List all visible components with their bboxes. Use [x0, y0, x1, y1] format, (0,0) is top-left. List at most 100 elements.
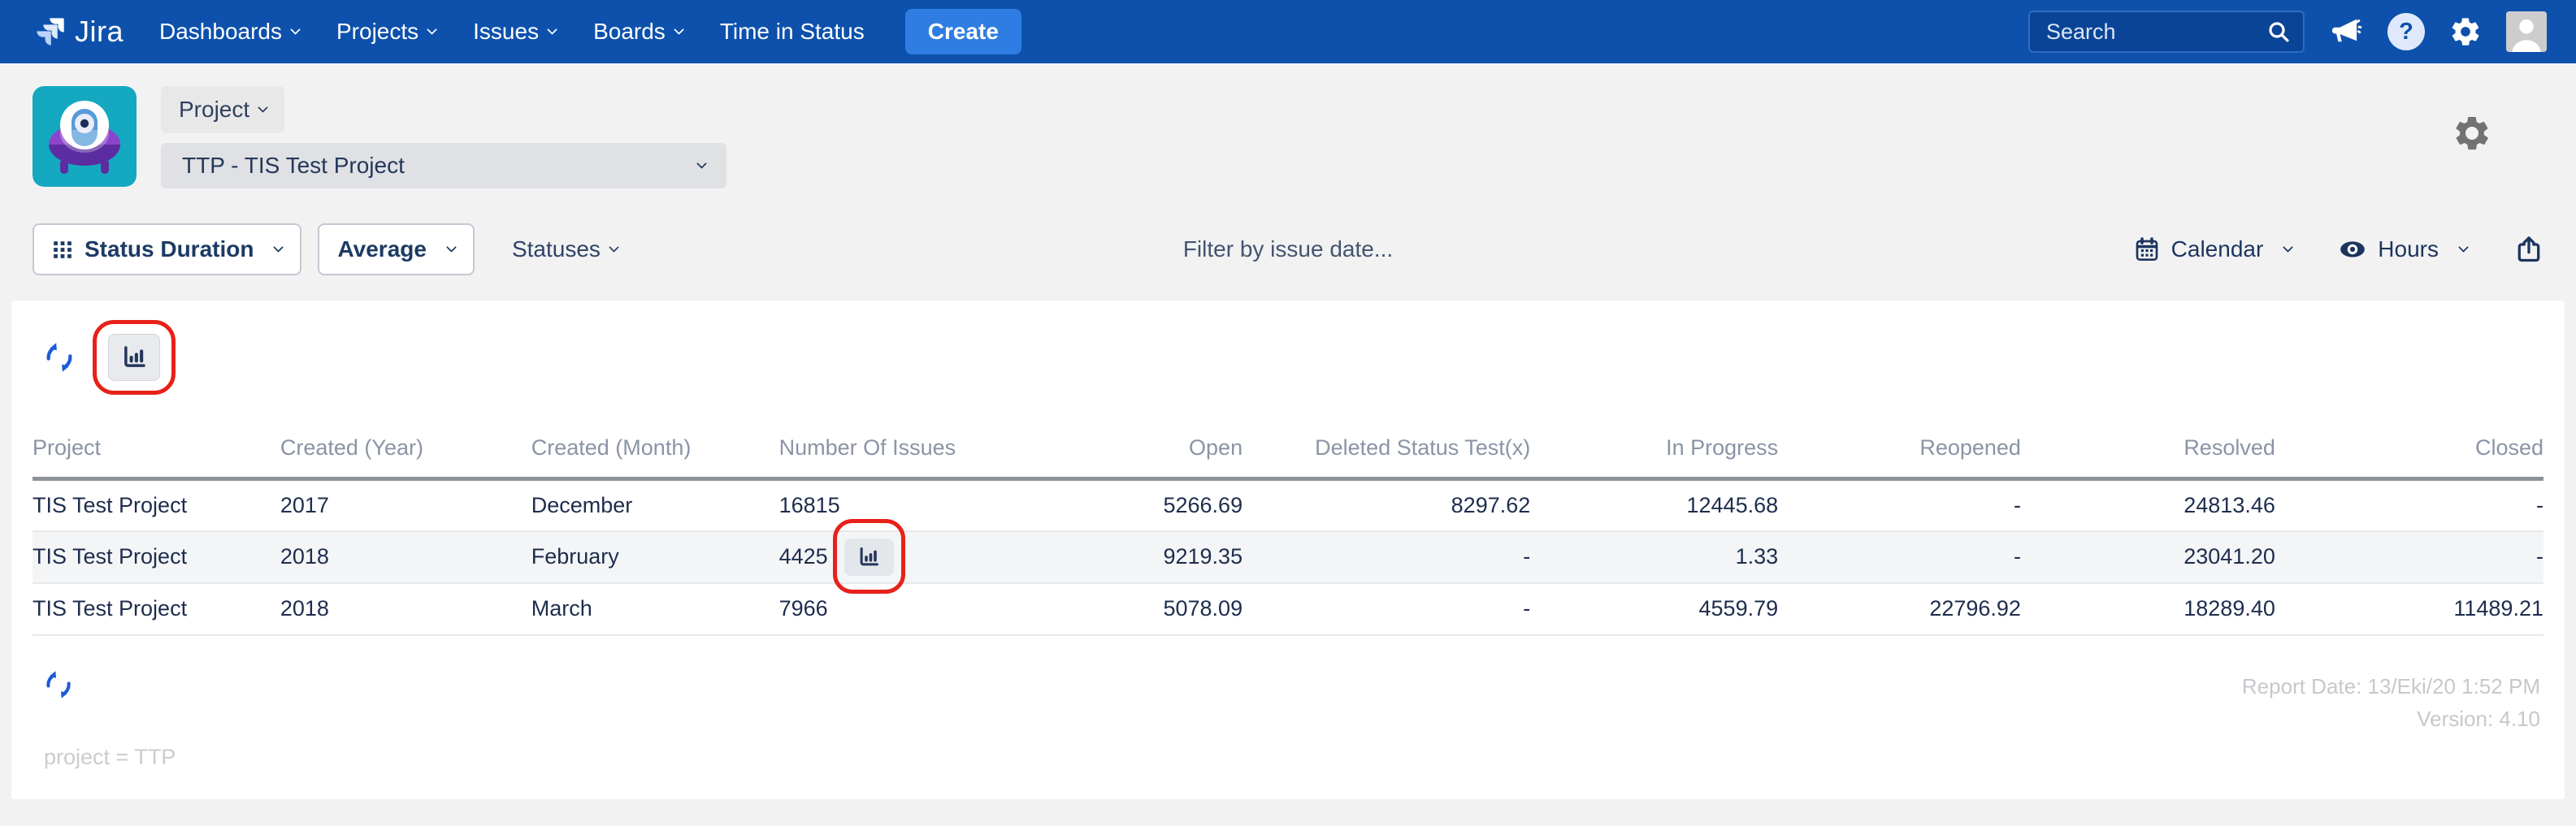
- status-duration-table: Project Created (Year) Created (Month) N…: [33, 424, 2543, 636]
- cell-number-of-issues: 7966: [779, 583, 1008, 635]
- col-header-project: Project: [33, 424, 280, 479]
- chevron-down-icon: [696, 158, 707, 169]
- report-controls: [33, 320, 2543, 395]
- nav-issues[interactable]: Issues: [473, 19, 556, 45]
- cell-resolved: 18289.40: [2021, 583, 2275, 635]
- calendar-icon: [2134, 236, 2160, 262]
- cell-created-year: 2017: [280, 479, 531, 531]
- nav-dashboards[interactable]: Dashboards: [159, 19, 299, 45]
- report-footer: Report Date: 13/Eki/20 1:52 PM Version: …: [33, 670, 2543, 770]
- nav-time-in-status[interactable]: Time in Status: [720, 19, 865, 45]
- calendar-label: Calendar: [2171, 236, 2264, 262]
- top-navbar: Jira Dashboards Projects Issues Boards T…: [0, 0, 2576, 63]
- col-header-created-month: Created (Month): [531, 424, 779, 479]
- col-header-resolved: Resolved: [2021, 424, 2275, 479]
- jira-logo[interactable]: Jira: [34, 15, 124, 49]
- cell-in-progress: 12445.68: [1530, 479, 1778, 531]
- cell-project: TIS Test Project: [33, 531, 280, 583]
- filter-summary: project = TTP: [44, 745, 2543, 770]
- chevron-down-icon: [446, 242, 457, 253]
- cell-created-year: 2018: [280, 531, 531, 583]
- table-row: TIS Test Project 2017 December 16815 526…: [33, 479, 2543, 531]
- nav-boards[interactable]: Boards: [593, 19, 683, 45]
- cell-closed: -: [2275, 479, 2543, 531]
- cell-reopened: -: [1778, 479, 2021, 531]
- grid-icon: [52, 239, 73, 260]
- cell-open: 9219.35: [1008, 531, 1242, 583]
- help-icon[interactable]: ?: [2387, 13, 2425, 50]
- project-header: Project TTP - TIS Test Project: [0, 63, 2576, 188]
- col-header-created-year: Created (Year): [280, 424, 531, 479]
- project-avatar: [33, 86, 137, 187]
- chevron-down-icon: [674, 24, 684, 35]
- nav-projects-label: Projects: [336, 19, 418, 45]
- report-date: Report Date: 13/Eki/20 1:52 PM: [2242, 670, 2540, 703]
- metric-dropdown[interactable]: Average: [318, 223, 474, 275]
- nav-projects[interactable]: Projects: [336, 19, 436, 45]
- cell-resolved: 23041.20: [2021, 531, 2275, 583]
- create-button[interactable]: Create: [905, 9, 1021, 54]
- megaphone-icon[interactable]: [2329, 15, 2363, 49]
- chevron-down-icon: [427, 24, 437, 35]
- cell-open: 5266.69: [1008, 479, 1242, 531]
- cell-project: TIS Test Project: [33, 583, 280, 635]
- chart-view-button[interactable]: [108, 334, 160, 381]
- chevron-down-icon: [2283, 242, 2293, 253]
- col-header-reopened: Reopened: [1778, 424, 2021, 479]
- calendar-dropdown[interactable]: Calendar: [2134, 236, 2292, 262]
- report-type-dropdown[interactable]: Status Duration: [33, 223, 301, 275]
- metric-label: Average: [337, 236, 426, 262]
- row-chart-button[interactable]: [844, 538, 894, 576]
- chevron-down-icon: [274, 242, 284, 253]
- cell-closed: -: [2275, 531, 2543, 583]
- search-icon[interactable]: [2266, 19, 2292, 45]
- cell-created-month: February: [531, 531, 779, 583]
- report-version: Version: 4.10: [2242, 703, 2540, 735]
- chevron-down-icon: [609, 242, 619, 253]
- cell-reopened: 22796.92: [1778, 583, 2021, 635]
- col-header-in-progress: In Progress: [1530, 424, 1778, 479]
- col-header-number-of-issues: Number Of Issues: [779, 424, 1008, 479]
- nav-issues-label: Issues: [473, 19, 539, 45]
- project-type-dropdown[interactable]: Project: [161, 86, 284, 133]
- jira-logo-icon: [34, 15, 67, 48]
- nav-boards-label: Boards: [593, 19, 666, 45]
- statuses-dropdown[interactable]: Statuses: [512, 236, 618, 262]
- col-header-deleted-status: Deleted Status Test(x): [1242, 424, 1530, 479]
- nav-time-in-status-label: Time in Status: [720, 19, 865, 45]
- cell-reopened: -: [1778, 531, 2021, 583]
- cell-deleted-status: 8297.62: [1242, 479, 1530, 531]
- cell-created-month: March: [531, 583, 779, 635]
- search-box[interactable]: [2028, 11, 2305, 53]
- cell-resolved: 24813.46: [2021, 479, 2275, 531]
- search-input[interactable]: [2045, 19, 2266, 45]
- report-panel: Project Created (Year) Created (Month) N…: [11, 301, 2565, 799]
- project-select-value: TTP - TIS Test Project: [182, 153, 405, 179]
- jira-logo-text: Jira: [75, 15, 124, 49]
- project-select[interactable]: TTP - TIS Test Project: [161, 143, 726, 188]
- cell-number-of-issues: 16815: [779, 479, 1008, 531]
- report-toolbar: Status Duration Average Statuses Calenda…: [0, 223, 2576, 276]
- cell-deleted-status: -: [1242, 531, 1530, 583]
- col-header-open: Open: [1008, 424, 1242, 479]
- export-icon[interactable]: [2514, 235, 2543, 264]
- statuses-label: Statuses: [512, 236, 601, 262]
- table-row: TIS Test Project 2018 March 7966 5078.09…: [33, 583, 2543, 635]
- cell-number-of-issues: 4425: [779, 531, 1008, 583]
- gear-icon[interactable]: [2449, 15, 2482, 48]
- refresh-icon[interactable]: [44, 670, 2543, 699]
- col-header-closed: Closed: [2275, 424, 2543, 479]
- chevron-down-icon: [290, 24, 301, 35]
- settings-gear-icon[interactable]: [2452, 114, 2491, 188]
- number-of-issues-value: 4425: [779, 544, 828, 569]
- cell-project: TIS Test Project: [33, 479, 280, 531]
- cell-in-progress: 4559.79: [1530, 583, 1778, 635]
- refresh-icon[interactable]: [44, 342, 75, 373]
- cell-in-progress: 1.33: [1530, 531, 1778, 583]
- report-type-label: Status Duration: [85, 236, 254, 262]
- time-unit-label: Hours: [2378, 236, 2439, 262]
- user-avatar[interactable]: [2506, 11, 2547, 52]
- eye-icon: [2339, 236, 2366, 263]
- time-unit-dropdown[interactable]: Hours: [2339, 236, 2467, 263]
- issue-date-filter-input[interactable]: [995, 236, 1581, 263]
